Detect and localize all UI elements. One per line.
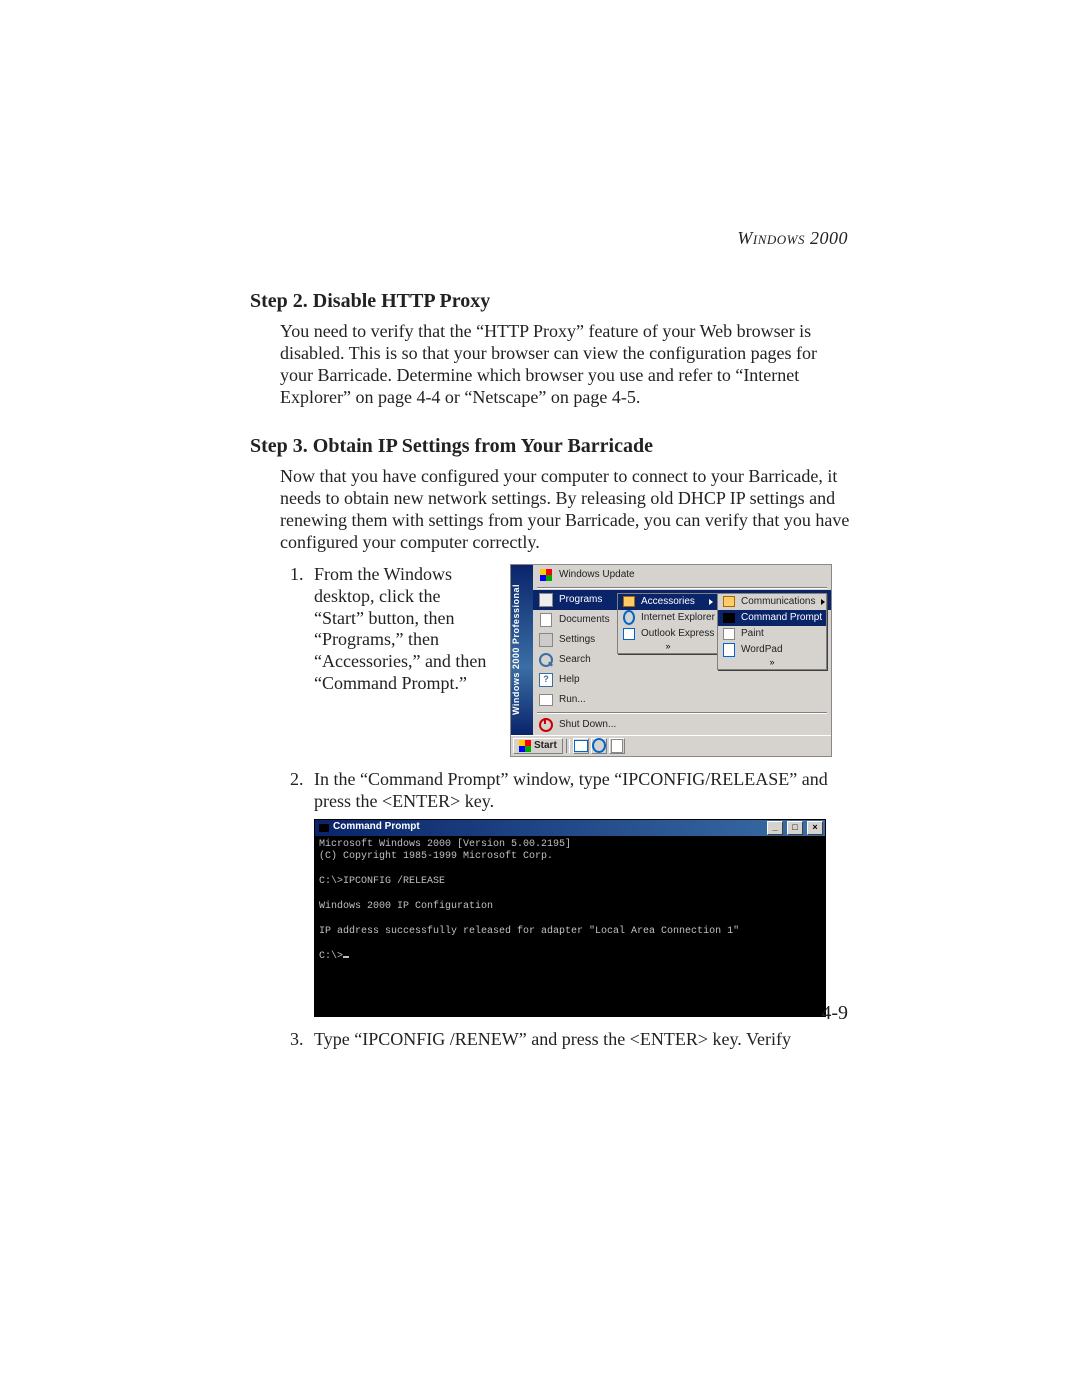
menu-label: Internet Explorer <box>641 613 715 623</box>
cursor-icon <box>343 956 349 958</box>
paint-icon <box>723 628 735 640</box>
menu-label: Outlook Express <box>641 629 714 639</box>
start-menu-banner: Windows 2000 Professional <box>511 565 533 735</box>
cmd-output: Microsoft Windows 2000 [Version 5.00.219… <box>315 836 825 1016</box>
cmd-line: (C) Copyright 1985-1999 Microsoft Corp. <box>319 851 553 862</box>
submenu-accessories[interactable]: Accessories <box>618 594 718 610</box>
quicklaunch-icon[interactable] <box>591 738 607 754</box>
menu-run[interactable]: Run... <box>533 690 831 710</box>
submenu-wordpad[interactable]: WordPad <box>718 642 826 658</box>
programs-icon <box>539 593 553 607</box>
help-icon: ? <box>539 673 553 687</box>
quicklaunch-icon[interactable] <box>609 738 625 754</box>
quicklaunch-icon[interactable] <box>573 738 589 754</box>
start-label: Start <box>534 741 557 751</box>
page: Windows 2000 Step 2. Disable HTTP Proxy … <box>0 0 1080 1397</box>
run-icon <box>539 693 553 707</box>
start-menu-screenshot: Windows 2000 Professional Windows Update… <box>510 564 832 757</box>
step3-item3-text: Type “IPCONFIG /RENEW” and press the <EN… <box>314 1029 791 1049</box>
menu-label: Communications <box>741 597 815 607</box>
menu-label: Paint <box>741 629 821 639</box>
command-prompt-screenshot: Command Prompt _ □ × Microsoft Windows 2… <box>314 819 826 1017</box>
ie-icon <box>623 612 635 624</box>
menu-label: Accessories <box>641 597 703 607</box>
taskbar: Start <box>511 735 831 756</box>
programs-submenu: Accessories Internet Explorer Outlook Ex… <box>617 593 719 654</box>
step3-heading: Step 3. Obtain IP Settings from Your Bar… <box>250 435 850 458</box>
menu-shutdown[interactable]: Shut Down... <box>533 715 831 735</box>
submenu-communications[interactable]: Communications <box>718 594 826 610</box>
documents-icon <box>539 613 553 627</box>
outlook-icon <box>623 628 635 640</box>
menu-windows-update[interactable]: Windows Update <box>533 565 831 585</box>
menu-label: Shut Down... <box>559 720 825 730</box>
windows-update-icon <box>539 568 553 582</box>
submenu-ie[interactable]: Internet Explorer <box>618 610 718 626</box>
cmd-line: IP address successfully released for ada… <box>319 926 739 937</box>
folder-icon <box>723 596 735 608</box>
menu-separator <box>537 712 827 713</box>
step3-item1-text: From the Windows desktop, click the “Sta… <box>314 564 494 696</box>
menu-label: WordPad <box>741 645 821 655</box>
command-prompt-icon <box>319 824 329 832</box>
cmd-titlebar: Command Prompt _ □ × <box>315 820 825 836</box>
cmd-line: Windows 2000 IP Configuration <box>319 901 493 912</box>
accessories-submenu: Communications Command Prompt Paint <box>717 593 827 670</box>
chevron-right-icon <box>709 599 713 605</box>
start-button[interactable]: Start <box>513 738 563 754</box>
menu-help[interactable]: ? Help <box>533 670 831 690</box>
list-item: Type “IPCONFIG /RENEW” and press the <EN… <box>308 1029 850 1051</box>
cmd-line: C:\> <box>319 951 343 962</box>
menu-label: Help <box>559 675 825 685</box>
more-chevron-icon[interactable]: » <box>718 658 826 669</box>
taskbar-separator <box>566 739 570 753</box>
menu-separator <box>537 587 827 588</box>
submenu-command-prompt[interactable]: Command Prompt <box>718 610 826 626</box>
cmd-line: Microsoft Windows 2000 [Version 5.00.219… <box>319 839 571 850</box>
cmd-title-text: Command Prompt <box>333 821 763 834</box>
page-content: Step 2. Disable HTTP Proxy You need to v… <box>250 228 850 1050</box>
menu-label: Run... <box>559 695 825 705</box>
shutdown-icon <box>539 718 553 732</box>
list-item: In the “Command Prompt” window, type “IP… <box>308 769 850 1017</box>
search-icon <box>539 653 553 667</box>
wordpad-icon <box>723 644 735 656</box>
step3-item2-text: In the “Command Prompt” window, type “IP… <box>314 769 828 811</box>
minimize-button[interactable]: _ <box>767 821 783 835</box>
submenu-oe[interactable]: Outlook Express <box>618 626 718 642</box>
chevron-right-icon <box>821 599 825 605</box>
step3-intro: Now that you have configured your comput… <box>280 466 850 554</box>
menu-label: Windows Update <box>559 570 825 580</box>
cmd-line: C:\>IPCONFIG /RELEASE <box>319 876 445 887</box>
menu-label: Command Prompt <box>741 613 822 623</box>
running-head: Windows 2000 <box>737 228 848 249</box>
step2-heading: Step 2. Disable HTTP Proxy <box>250 290 850 313</box>
more-chevron-icon[interactable]: » <box>618 642 718 653</box>
command-prompt-icon <box>723 612 735 624</box>
folder-icon <box>623 596 635 608</box>
settings-icon <box>539 633 553 647</box>
step2-body: You need to verify that the “HTTP Proxy”… <box>280 321 850 409</box>
page-number: 4-9 <box>821 1002 848 1025</box>
list-item: From the Windows desktop, click the “Sta… <box>308 564 850 757</box>
step3-list: From the Windows desktop, click the “Sta… <box>250 564 850 1051</box>
close-button[interactable]: × <box>807 821 823 835</box>
maximize-button[interactable]: □ <box>787 821 803 835</box>
windows-icon <box>519 740 531 752</box>
submenu-paint[interactable]: Paint <box>718 626 826 642</box>
